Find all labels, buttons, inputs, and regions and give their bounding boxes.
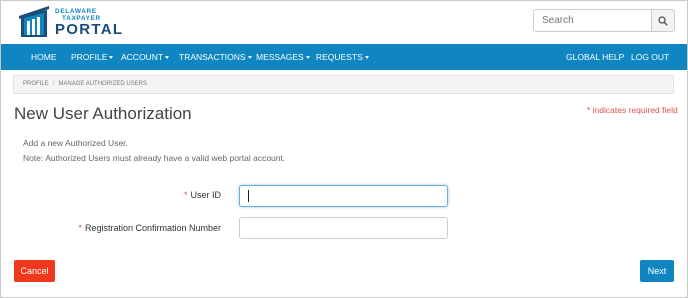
- breadcrumb-link-profile[interactable]: PROFILE: [23, 81, 49, 87]
- user-id-input[interactable]: [239, 185, 448, 207]
- building-logo-icon: [19, 6, 49, 37]
- portal-logo[interactable]: DELAWARE TAXPAYER PORTAL: [19, 4, 127, 40]
- next-button[interactable]: Next: [640, 260, 674, 282]
- nav-item-label: GLOBAL HELP: [566, 52, 625, 62]
- nav-item-requests[interactable]: REQUESTS: [316, 44, 369, 70]
- breadcrumb-separator: /: [52, 81, 55, 87]
- caret-down-icon: [305, 56, 310, 60]
- page-title: New User Authorization: [14, 104, 192, 123]
- registration-number-label-text: Registration Confirmation Number: [84, 223, 221, 233]
- search-button[interactable]: [651, 9, 675, 32]
- registration-number-label: * Registration Confirmation Number: [78, 223, 221, 233]
- main-nav: HOME PROFILE ACCOUNT TRANSACTIONS MESSAG…: [1, 44, 687, 70]
- logo-text-delaware: DELAWARE: [55, 8, 97, 15]
- breadcrumb-current: MANAGE AUTHORIZED USERS: [58, 81, 148, 87]
- nav-item-profile[interactable]: PROFILE: [71, 44, 114, 70]
- cancel-button[interactable]: Cancel: [14, 260, 55, 282]
- nav-item-label: PROFILE: [71, 52, 108, 62]
- portal-window: DELAWARE TAXPAYER PORTAL HOME PROFILE AC…: [0, 0, 688, 298]
- nav-item-label: ACCOUNT: [121, 52, 164, 62]
- required-marker: *: [78, 223, 82, 233]
- logo-text-portal: PORTAL: [55, 21, 124, 38]
- caret-down-icon: [247, 56, 252, 60]
- nav-item-label: TRANSACTIONS: [179, 52, 246, 62]
- description-note: Note: Authorized Users must already have…: [23, 153, 286, 163]
- header: DELAWARE TAXPAYER PORTAL: [1, 1, 687, 43]
- nav-item-label: HOME: [31, 52, 57, 62]
- caret-down-icon: [109, 56, 114, 60]
- text-cursor: [248, 190, 249, 202]
- caret-down-icon: [165, 56, 170, 60]
- search-input[interactable]: [533, 9, 651, 32]
- nav-item-transactions[interactable]: TRANSACTIONS: [179, 44, 252, 70]
- description-line: Add a new Authorized User.: [23, 138, 128, 148]
- search-icon: [658, 15, 668, 26]
- user-id-label: * User ID: [184, 190, 221, 200]
- nav-item-messages[interactable]: MESSAGES: [256, 44, 310, 70]
- nav-item-log-out[interactable]: LOG OUT: [631, 44, 669, 70]
- nav-item-label: REQUESTS: [316, 52, 363, 62]
- registration-number-input[interactable]: [239, 217, 448, 239]
- nav-item-global-help[interactable]: GLOBAL HELP: [566, 44, 624, 70]
- nav-item-label: LOG OUT: [631, 52, 670, 62]
- required-field-note: * indicates required field: [587, 105, 678, 115]
- required-marker: *: [183, 190, 188, 200]
- nav-item-label: MESSAGES: [256, 52, 304, 62]
- caret-down-icon: [364, 56, 369, 60]
- breadcrumb: PROFILE / MANAGE AUTHORIZED USERS: [13, 75, 674, 94]
- nav-item-home[interactable]: HOME: [31, 44, 57, 70]
- user-id-label-text: User ID: [190, 190, 221, 200]
- nav-item-account[interactable]: ACCOUNT: [121, 44, 170, 70]
